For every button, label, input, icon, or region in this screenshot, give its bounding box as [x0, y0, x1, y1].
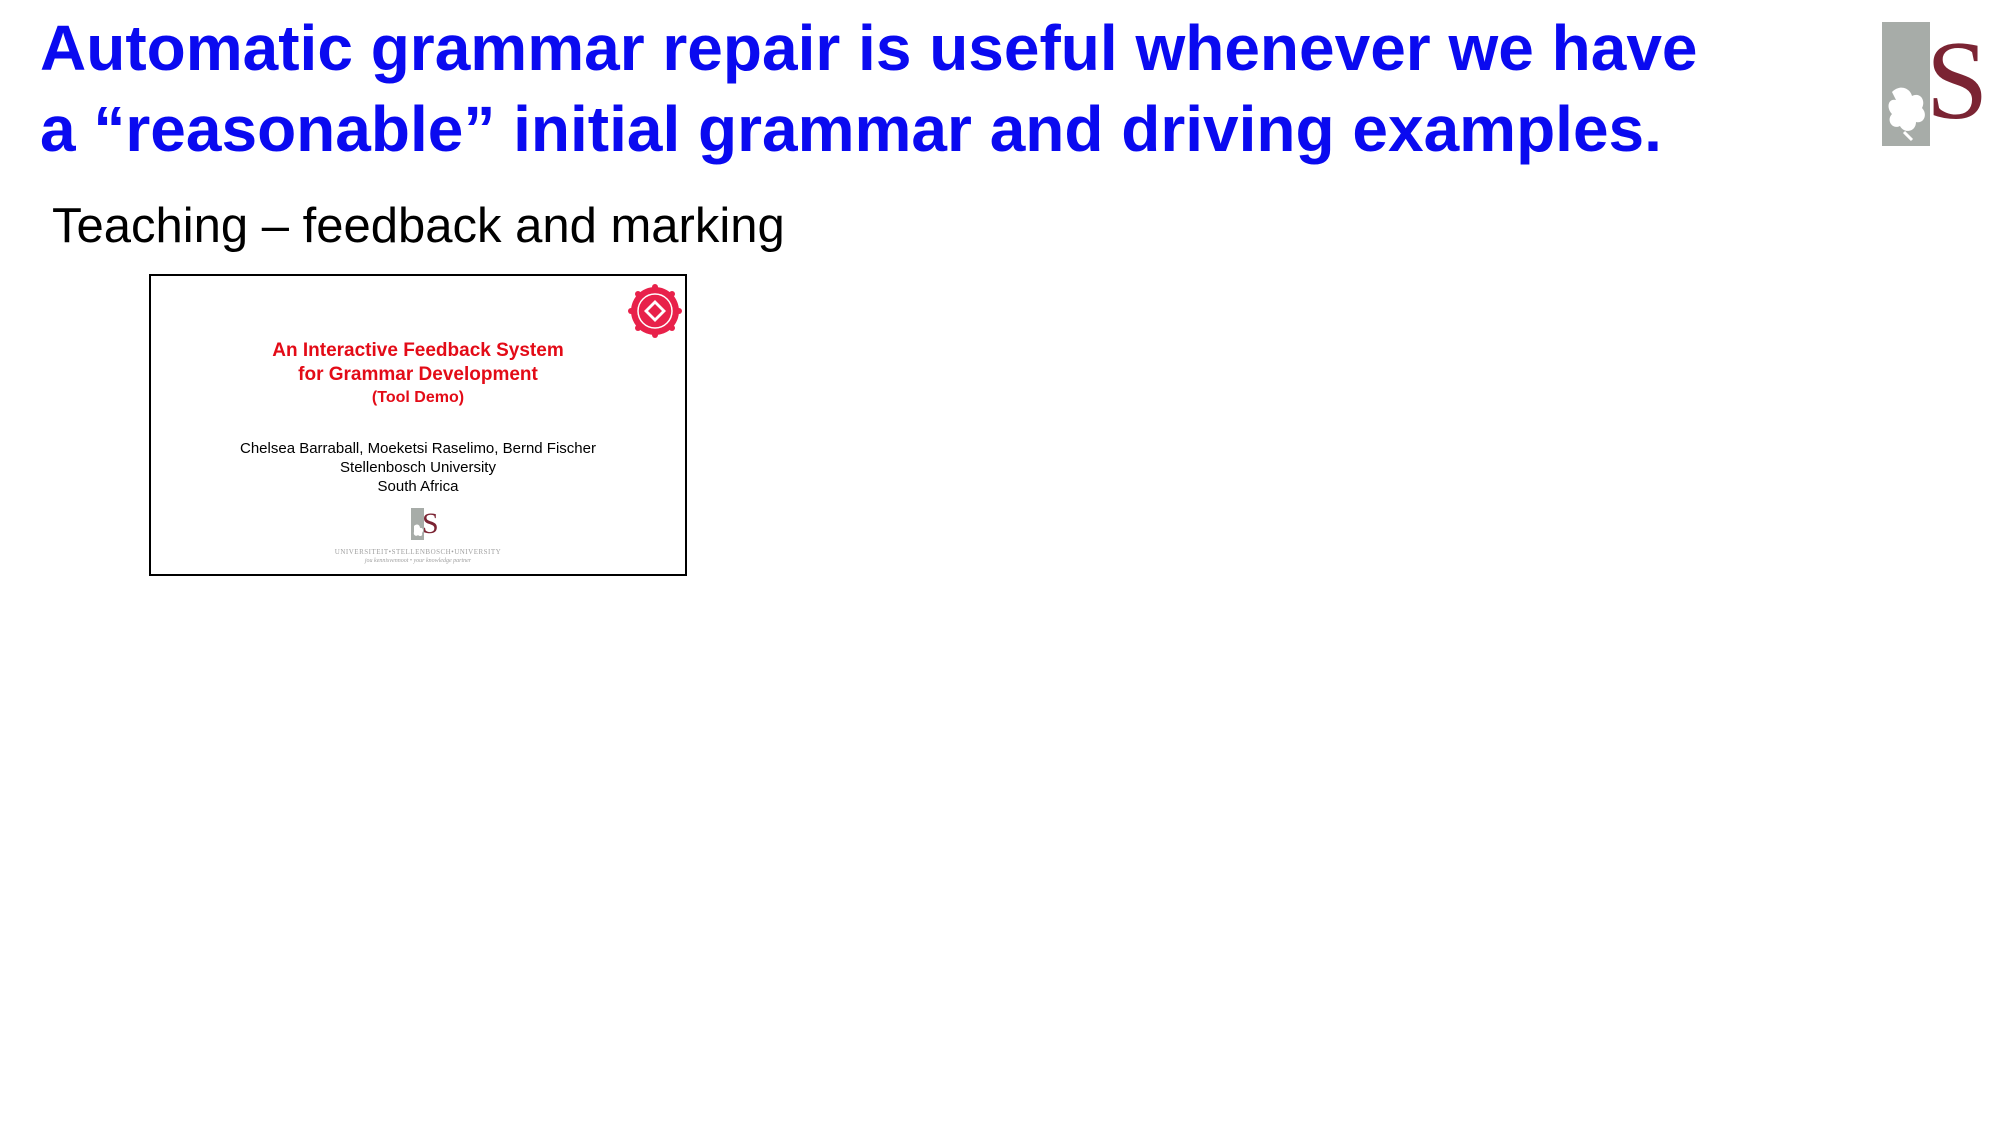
svg-text:S: S: [422, 508, 439, 540]
thumbnail-footer-university: UNIVERSITEIT•STELLENBOSCH•UNIVERSITY: [334, 548, 502, 556]
artifact-evaluated-seal-icon: [628, 284, 682, 338]
thumbnail-country: South Africa: [377, 478, 459, 495]
slide-thumbnail: An Interactive Feedback System for Gramm…: [149, 274, 687, 576]
slide-title-line-2: a “reasonable” initial grammar and drivi…: [40, 93, 1662, 165]
thumbnail-institution: Stellenbosch University: [340, 459, 496, 476]
thumbnail-university-logo-icon: S: [411, 508, 439, 540]
thumbnail-authors: Chelsea Barraball, Moeketsi Raselimo, Be…: [240, 440, 596, 457]
thumbnail-title-line-2: for Grammar Development: [298, 364, 538, 385]
subtitle: Teaching – feedback and marking: [52, 199, 785, 253]
thumbnail-footer-tagline: jou kennisvennoot • your knowledge partn…: [364, 558, 472, 564]
slide-title-line-1: Automatic grammar repair is useful whene…: [40, 12, 1698, 84]
thumbnail-title-line-3: (Tool Demo): [371, 389, 465, 406]
svg-text:S: S: [1926, 22, 1988, 143]
stellenbosch-university-logo-icon: S: [1882, 22, 1988, 146]
slide-title: Automatic grammar repair is useful whene…: [40, 8, 1840, 170]
thumbnail-title-line-1: An Interactive Feedback System: [272, 340, 564, 361]
